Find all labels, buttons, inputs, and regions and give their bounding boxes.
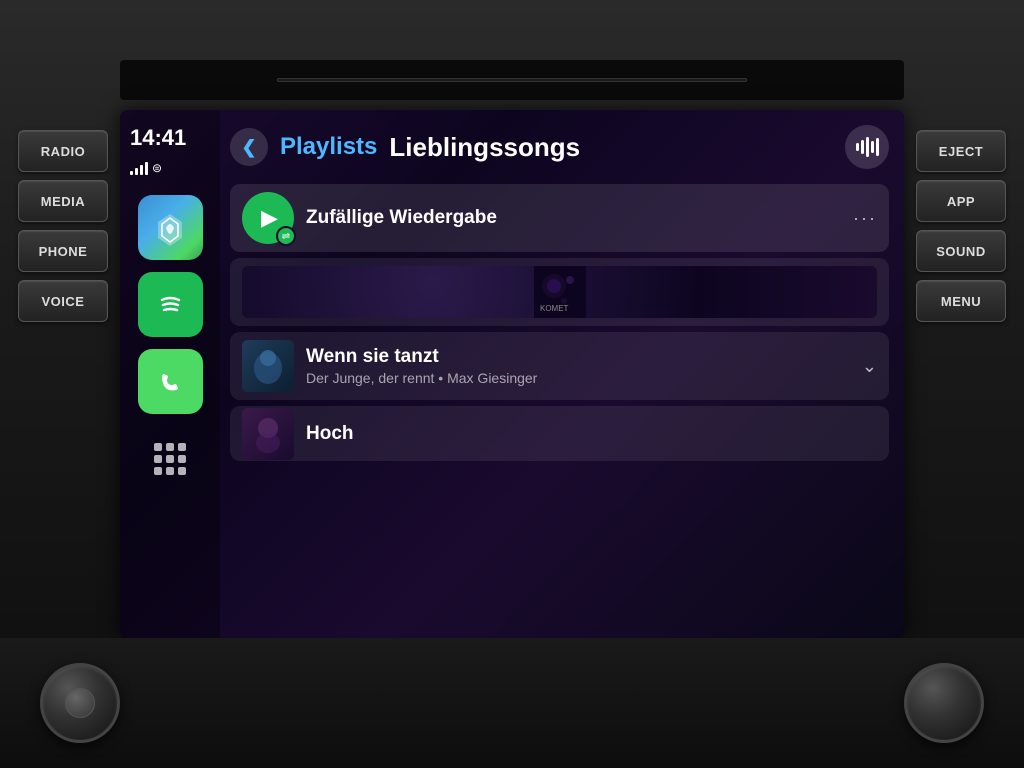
song-thumbnail-hoch (242, 408, 294, 460)
signal-icon (130, 161, 148, 175)
radio-button[interactable]: RADIO (18, 130, 108, 172)
wifi-icon: ⊜ (152, 161, 162, 175)
home-grid-icon[interactable] (138, 426, 203, 491)
menu-button[interactable]: MENU (916, 280, 1006, 322)
right-button-group: EJECT APP SOUND MENU (916, 130, 1006, 322)
signal-bar-4 (145, 162, 148, 175)
left-button-group: RADIO MEDIA PHONE VOICE (18, 130, 108, 322)
waveform-icon (856, 137, 879, 157)
cd-slot-area (120, 60, 904, 100)
voice-button[interactable]: VOICE (18, 280, 108, 322)
playlists-back-label[interactable]: Playlists (280, 133, 377, 161)
signal-bar-2 (135, 168, 138, 175)
bottom-controls (0, 638, 1024, 768)
phone-app-icon[interactable] (138, 349, 203, 414)
grid-dots (154, 443, 186, 475)
media-button[interactable]: MEDIA (18, 180, 108, 222)
screen-content: 14:41 ⊜ (120, 110, 904, 638)
sound-button[interactable]: SOUND (916, 230, 1006, 272)
song-info: Hoch (306, 423, 877, 445)
song-title: Hoch (306, 423, 877, 445)
list-item[interactable]: KOMET Komet Komet • Udo Lindenberg, Apac… (230, 258, 889, 326)
svg-text:KOMET: KOMET (540, 304, 569, 313)
spotify-app-icon[interactable] (138, 272, 203, 337)
eject-button[interactable]: EJECT (916, 130, 1006, 172)
clock-display: 14:41 (130, 125, 210, 151)
main-content: ❮ Playlists Lieblingssongs (220, 110, 904, 638)
shuffle-icon: ⇌ (282, 231, 290, 242)
status-icons: ⊜ (130, 161, 210, 175)
back-arrow-icon: ❮ (241, 137, 256, 158)
list-item[interactable]: ▶ ⇌ Zufällige Wiedergabe ··· (230, 184, 889, 252)
grid-dot (166, 467, 174, 475)
song-info: Wenn sie tanzt Der Junge, der rennt • Ma… (306, 346, 850, 386)
infotainment-screen: 14:41 ⊜ (120, 110, 904, 638)
list-item[interactable]: Hoch (230, 406, 889, 461)
grid-dot (178, 467, 186, 475)
song-title: Zufällige Wiedergabe (306, 207, 841, 229)
song-subtitle: Der Junge, der rennt • Max Giesinger (306, 370, 850, 386)
screen-header: ❮ Playlists Lieblingssongs (230, 125, 889, 169)
phone-button[interactable]: PHONE (18, 230, 108, 272)
grid-dot (154, 455, 162, 463)
cd-slot (277, 78, 747, 82)
grid-dot (178, 443, 186, 451)
knob-center (65, 688, 95, 718)
play-icon: ▶ (261, 205, 278, 231)
song-thumbnail-wenn (242, 340, 294, 392)
song-info: Zufällige Wiedergabe (306, 207, 841, 229)
grid-dot (154, 467, 162, 475)
shuffle-play-button[interactable]: ▶ ⇌ (242, 192, 294, 244)
grid-dot (166, 443, 174, 451)
grid-dot (166, 455, 174, 463)
grid-dot (154, 443, 162, 451)
more-options-button[interactable]: ··· (853, 208, 877, 229)
signal-bar-3 (140, 165, 143, 175)
app-button[interactable]: APP (916, 180, 1006, 222)
app-sidebar: 14:41 ⊜ (120, 110, 220, 638)
left-volume-knob[interactable] (40, 663, 120, 743)
list-item[interactable]: Wenn sie tanzt Der Junge, der rennt • Ma… (230, 332, 889, 400)
grid-dot (178, 455, 186, 463)
app-icons (130, 195, 210, 623)
signal-bar-1 (130, 171, 133, 175)
scroll-down-button[interactable]: ⌄ (862, 356, 877, 377)
shuffle-badge: ⇌ (276, 226, 296, 246)
song-title: Wenn sie tanzt (306, 346, 850, 368)
audio-waveform-button[interactable] (845, 125, 889, 169)
song-list: ▶ ⇌ Zufällige Wiedergabe ··· (230, 184, 889, 623)
car-unit: RADIO MEDIA PHONE VOICE EJECT APP SOUND … (0, 0, 1024, 768)
playlist-title: Lieblingssongs (389, 132, 833, 163)
right-tune-knob[interactable] (904, 663, 984, 743)
row-actions: ⌄ (862, 356, 877, 377)
song-thumbnail-komet: KOMET (242, 266, 877, 318)
back-button[interactable]: ❮ (230, 128, 268, 166)
maps-app-icon[interactable] (138, 195, 203, 260)
